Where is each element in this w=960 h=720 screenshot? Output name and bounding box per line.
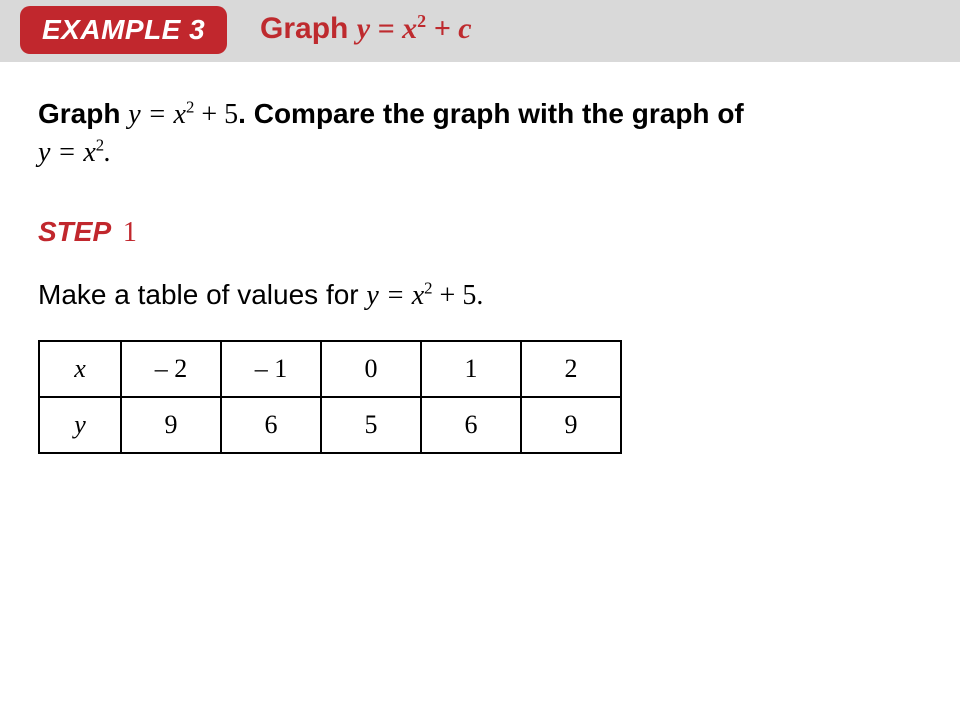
instr-eq1-rhs: + 5 [194,99,238,130]
cell-y-4: 9 [521,397,621,453]
instr-eq2-exp: 2 [96,136,104,155]
example-badge: EXAMPLE 3 [20,6,227,54]
instr-eq2-tail: . [104,137,111,168]
row-x-label: x [39,341,121,397]
cell-x-2: 0 [321,341,421,397]
table-row: y 9 6 5 6 9 [39,397,621,453]
title-eq-rhs: + c [426,12,471,45]
values-table: x – 2 – 1 0 1 2 y 9 6 5 6 9 [38,340,622,454]
cell-x-3: 1 [421,341,521,397]
title-prefix: Graph [260,12,357,45]
cell-x-1: – 1 [221,341,321,397]
cell-x-4: 2 [521,341,621,397]
title-eq-lhs: y = x [357,12,417,45]
cell-y-1: 6 [221,397,321,453]
page-title: Graph y = x2 + c [260,12,472,46]
step-heading: STEP 1 [38,216,922,249]
instruction: Graph y = x2 + 5. Compare the graph with… [38,96,922,172]
example-badge-label: EXAMPLE 3 [42,14,205,46]
cell-y-3: 6 [421,397,521,453]
instr-part1: Graph [38,98,128,129]
make-part1: Make a table of values for [38,279,366,310]
body: Graph y = x2 + 5. Compare the graph with… [38,96,922,454]
cell-y-2: 5 [321,397,421,453]
table-row: x – 2 – 1 0 1 2 [39,341,621,397]
instr-part2: . Compare the graph with the graph of [238,98,744,129]
make-table-line: Make a table of values for y = x2 + 5. [38,279,922,312]
instr-eq2-lhs: y = x [38,137,96,168]
cell-y-0: 9 [121,397,221,453]
make-eq-rhs: + 5. [433,280,484,311]
make-eq-lhs: y = x [366,280,424,311]
title-eq-exp: 2 [417,11,426,31]
make-eq-exp: 2 [424,279,432,298]
step-label: STEP [38,216,111,247]
instr-eq1-lhs: y = x [128,99,186,130]
row-y-label: y [39,397,121,453]
cell-x-0: – 2 [121,341,221,397]
step-number: 1 [123,217,137,248]
